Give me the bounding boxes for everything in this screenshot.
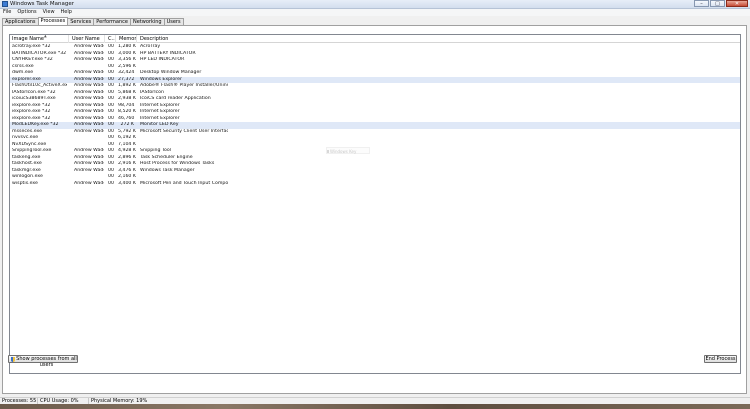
tab-strip: Applications Processes Services Performa… bbox=[2, 17, 184, 25]
tooltip-text: Windows Key bbox=[330, 149, 357, 154]
column-header-row: Image Name ▲ User Name C... Memor... Des… bbox=[10, 35, 740, 43]
tab-processes[interactable]: Processes bbox=[37, 17, 69, 25]
column-user-name[interactable]: User Name bbox=[70, 35, 105, 43]
tooltip: Windows Key bbox=[326, 147, 370, 154]
end-process-button[interactable]: End Process bbox=[704, 355, 737, 363]
close-button[interactable]: ✕ bbox=[726, 0, 748, 7]
minimize-button[interactable]: – bbox=[694, 0, 709, 7]
sort-ascending-icon: ▲ bbox=[44, 35, 47, 38]
process-user-name: Andrew Wade bbox=[74, 180, 104, 186]
title-bar: Windows Task Manager – □ ✕ bbox=[0, 0, 750, 9]
uac-shield-icon bbox=[11, 357, 15, 362]
window-title: Windows Task Manager bbox=[10, 1, 75, 7]
menu-bar: File Options View Help bbox=[0, 9, 750, 16]
tab-services[interactable]: Services bbox=[67, 18, 95, 25]
show-all-processes-button[interactable]: Show processes from all users bbox=[8, 355, 78, 368]
process-memory: 3,400 K bbox=[118, 180, 136, 186]
menu-options[interactable]: Options bbox=[14, 9, 39, 16]
column-memory[interactable]: Memor... bbox=[117, 35, 137, 43]
process-rows: acrotray.exe *32 Andrew Wade 00 1,280 K Acro… bbox=[10, 44, 740, 188]
process-description: Microsoft Pen and Touch Input Component bbox=[140, 180, 228, 186]
maximize-button[interactable]: □ bbox=[710, 0, 725, 7]
process-image-name: wisptis.exe bbox=[12, 180, 38, 186]
menu-file[interactable]: File bbox=[0, 9, 14, 16]
menu-view[interactable]: View bbox=[40, 9, 58, 16]
status-bar: Processes: 55 CPU Usage: 0% Physical Mem… bbox=[0, 397, 750, 404]
column-description[interactable]: Description bbox=[138, 35, 238, 43]
tab-applications[interactable]: Applications bbox=[2, 18, 39, 25]
menu-help[interactable]: Help bbox=[58, 9, 75, 16]
tab-networking[interactable]: Networking bbox=[129, 18, 165, 25]
tab-users[interactable]: Users bbox=[163, 18, 184, 25]
key-icon bbox=[327, 150, 329, 153]
process-cpu: 00 bbox=[108, 180, 114, 186]
window-controls: – □ ✕ bbox=[694, 0, 748, 8]
process-list[interactable]: Image Name ▲ User Name C... Memor... Des… bbox=[9, 34, 741, 374]
process-row[interactable]: wisptis.exe Andrew Wade 00 3,400 K Microsoft… bbox=[10, 180, 740, 188]
processes-panel: Image Name ▲ User Name C... Memor... Des… bbox=[2, 25, 747, 394]
column-image-name-label: Image Name bbox=[12, 36, 44, 42]
task-manager-icon bbox=[2, 1, 8, 7]
column-cpu[interactable]: C... bbox=[106, 35, 116, 43]
column-image-name[interactable]: Image Name ▲ bbox=[10, 35, 69, 43]
tab-performance[interactable]: Performance bbox=[93, 18, 131, 25]
desktop-background bbox=[0, 404, 750, 409]
